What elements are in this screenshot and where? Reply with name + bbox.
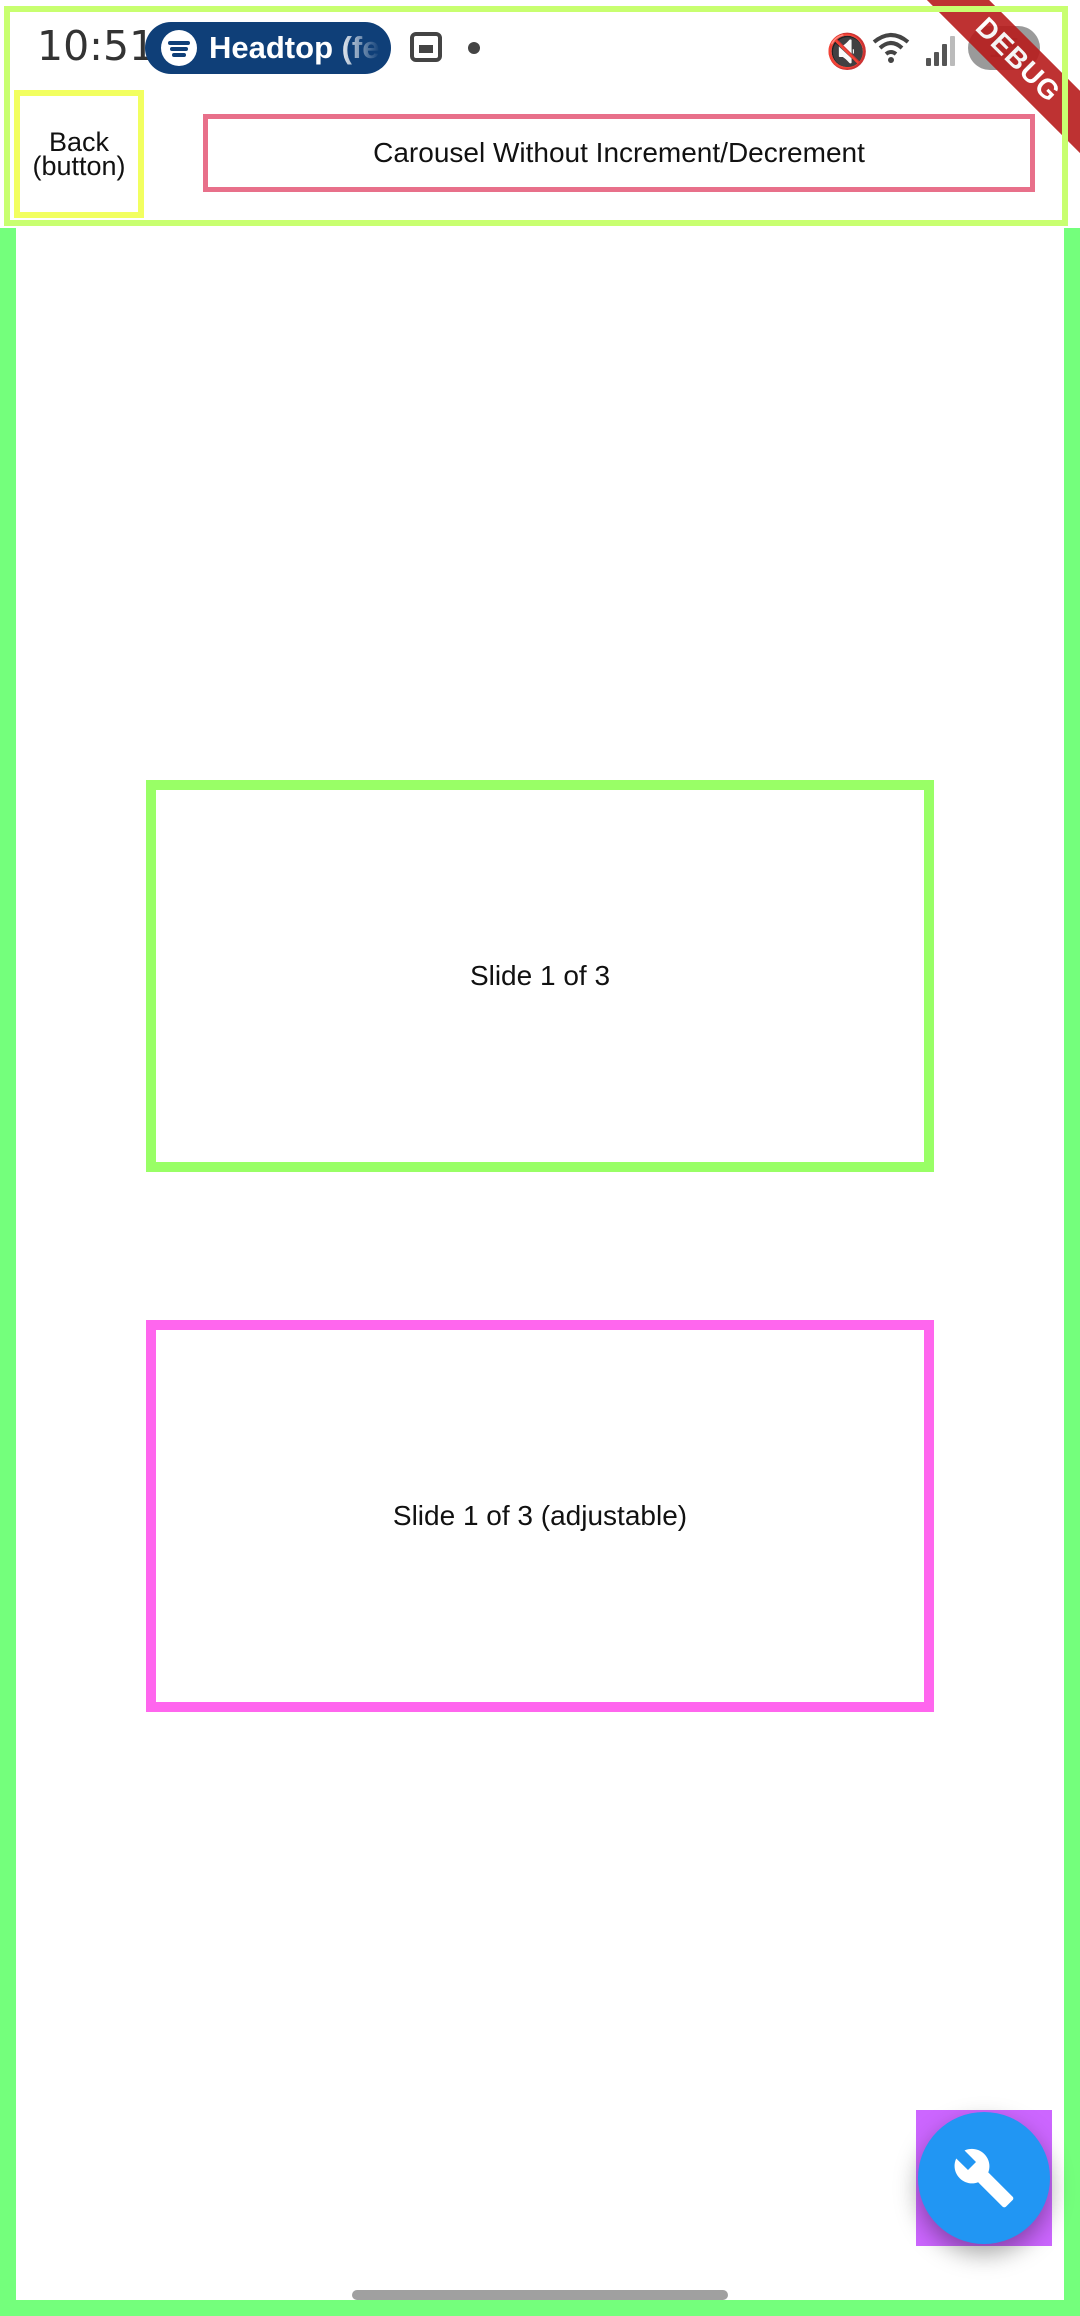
wrench-icon — [954, 2148, 1014, 2208]
tools-fab-button[interactable] — [918, 2112, 1050, 2244]
home-indicator[interactable] — [352, 2290, 728, 2300]
page-title: Carousel Without Increment/Decrement — [203, 114, 1035, 192]
back-button-label: Back (button) — [32, 127, 126, 181]
carousel-slide[interactable]: Slide 1 of 3 — [146, 780, 934, 1172]
back-button[interactable]: Back (button) — [14, 90, 144, 218]
page-title-text: Carousel Without Increment/Decrement — [373, 137, 865, 168]
adjustable-carousel-slide-label: Slide 1 of 3 (adjustable) — [392, 1500, 688, 1531]
carousel-slide-label: Slide 1 of 3 — [469, 960, 611, 991]
body-frame — [0, 228, 1080, 2316]
adjustable-carousel-slide[interactable]: Slide 1 of 3 (adjustable) — [146, 1320, 934, 1712]
